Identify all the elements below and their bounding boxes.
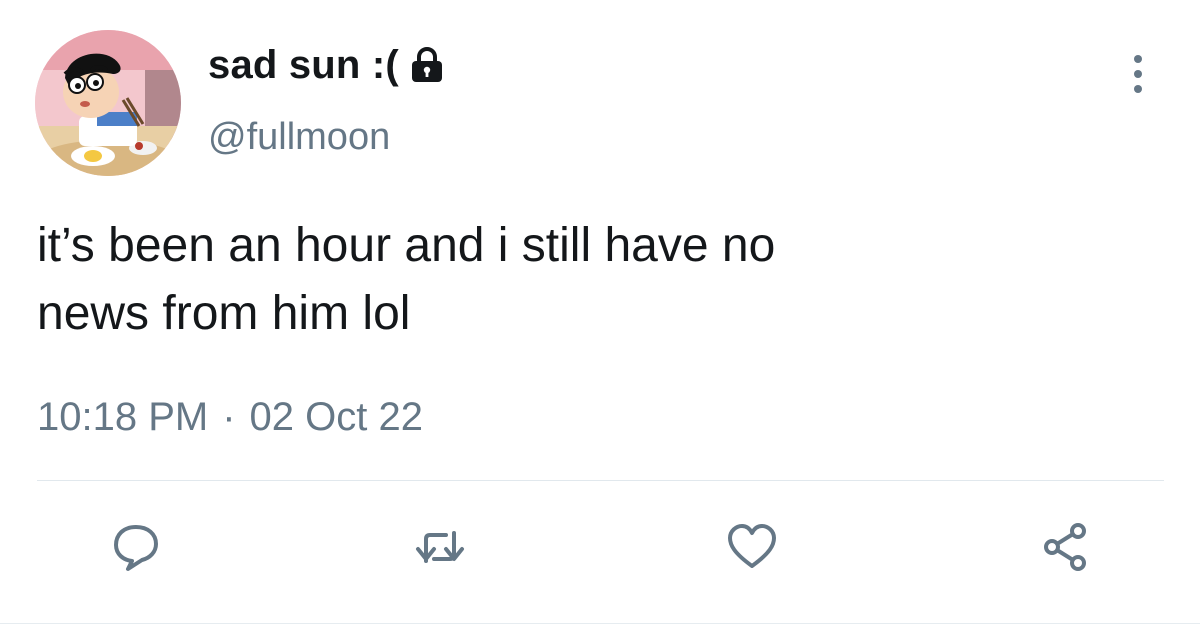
tweet-time: 10:18 PM <box>37 395 209 439</box>
user-handle[interactable]: @fullmoon <box>208 116 390 159</box>
heart-icon <box>728 524 776 568</box>
reply-button[interactable] <box>104 515 168 579</box>
tweet-date: 02 Oct 22 <box>249 395 423 439</box>
avatar[interactable] <box>35 30 181 176</box>
share-button[interactable] <box>1034 515 1098 579</box>
bottom-divider <box>0 623 1200 624</box>
lock-icon <box>407 45 447 85</box>
tweet-text: it’s been an hour and i still have no ne… <box>37 219 776 340</box>
retweet-button[interactable] <box>408 515 472 579</box>
divider <box>37 480 1164 481</box>
reply-icon <box>114 525 158 571</box>
more-vertical-icon[interactable] <box>1128 52 1148 96</box>
share-icon <box>1044 523 1086 571</box>
retweet-icon <box>416 531 464 563</box>
like-button[interactable] <box>720 515 784 579</box>
display-name-row[interactable]: sad sun :( <box>208 40 447 90</box>
avatar-image <box>35 30 181 176</box>
tweet-actions <box>0 515 1200 585</box>
tweet-timestamp[interactable]: 10:18 PM · 02 Oct 22 <box>37 395 423 440</box>
tweet-card: sad sun :( @fullmoon it’s been an hour a… <box>0 0 1200 638</box>
display-name[interactable]: sad sun :( <box>208 43 399 88</box>
timestamp-separator: · <box>222 395 236 439</box>
